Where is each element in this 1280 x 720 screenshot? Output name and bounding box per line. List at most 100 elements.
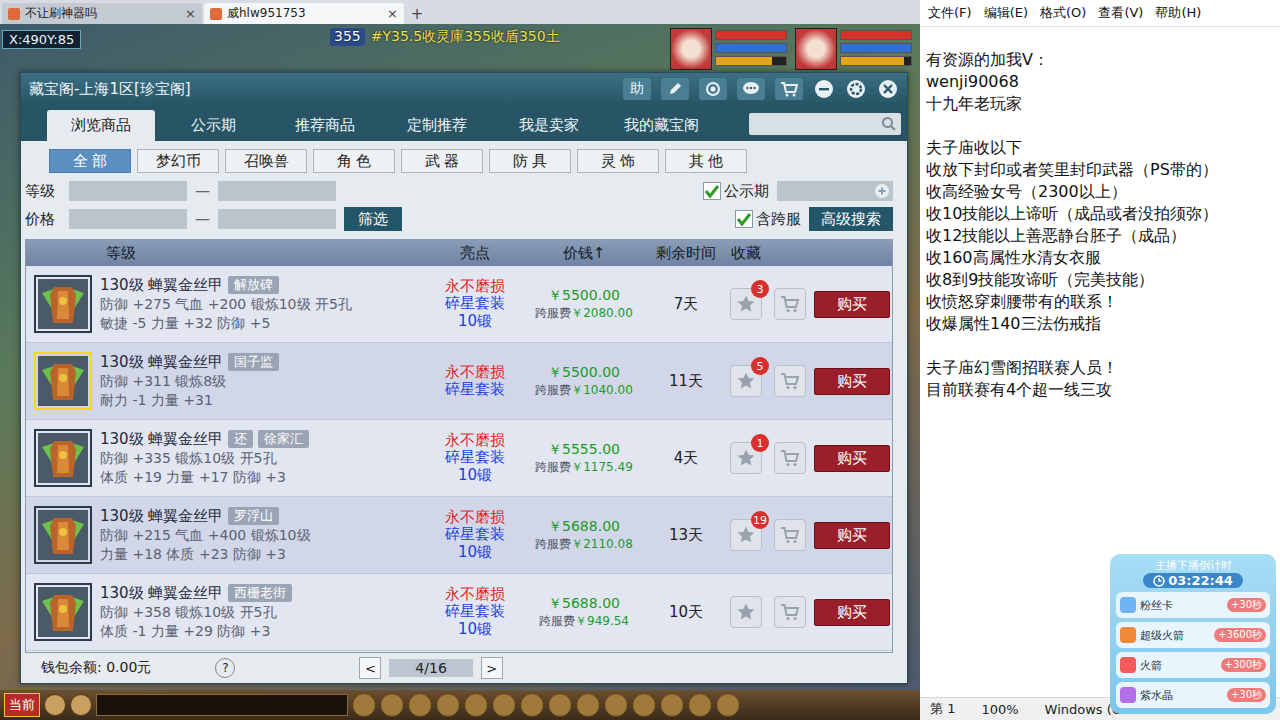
gift-icon [1120, 687, 1136, 703]
buy-button[interactable]: 购买 [814, 522, 890, 549]
cart-icon[interactable] [775, 78, 803, 100]
close-icon[interactable] [877, 78, 899, 100]
menu-icon[interactable] [408, 693, 432, 717]
gift-item[interactable]: 粉丝卡+30秒 [1116, 592, 1270, 618]
category-button[interactable]: 梦幻币 [137, 149, 219, 173]
category-button[interactable]: 武 器 [401, 149, 483, 173]
armor-icon[interactable] [34, 352, 92, 410]
favorite-button[interactable] [730, 596, 762, 628]
menu-icon[interactable] [632, 693, 656, 717]
edit-icon[interactable] [661, 78, 689, 100]
buy-button[interactable]: 购买 [814, 368, 890, 395]
market-tab[interactable]: 定制推荐 [383, 110, 491, 141]
tab-close-button[interactable]: × [387, 6, 398, 21]
market-window: 藏宝阁-上海1区[珍宝阁]助浏览商品公示期推荐商品定制推荐我是卖家我的藏宝阁全 … [20, 72, 908, 684]
chat-icon[interactable] [70, 694, 92, 716]
add-to-cart-button[interactable] [774, 365, 806, 397]
menu-icon[interactable] [688, 693, 712, 717]
menu-icon[interactable] [576, 693, 600, 717]
gift-item[interactable]: 紫水晶+30秒 [1116, 682, 1270, 708]
add-to-cart-button[interactable] [774, 442, 806, 474]
category-button[interactable]: 防 具 [489, 149, 571, 173]
menu-icon[interactable] [660, 693, 684, 717]
market-tab-bar: 浏览商品公示期推荐商品定制推荐我是卖家我的藏宝阁 [21, 105, 907, 141]
category-button[interactable]: 角 色 [313, 149, 395, 173]
favorite-button[interactable]: 19 [730, 519, 762, 551]
favorite-button[interactable]: 3 [730, 288, 762, 320]
menu-icon[interactable] [352, 693, 376, 717]
prev-page-button[interactable]: < [359, 657, 381, 679]
highlights: 永不磨损碎星套装10锻 [430, 432, 520, 484]
buy-button[interactable]: 购买 [814, 445, 890, 472]
menu-icon[interactable] [604, 693, 628, 717]
price-min-field[interactable] [69, 209, 187, 229]
checkbox[interactable]: 含跨服 [735, 210, 801, 229]
market-tab[interactable]: 我是卖家 [495, 110, 603, 141]
help-button[interactable]: 助 [623, 78, 651, 100]
category-button[interactable]: 召唤兽 [225, 149, 307, 173]
table-row[interactable]: 130级 蝉翼金丝甲还徐家汇防御 +335 锻炼10级 开5孔体质 +19 力量… [26, 420, 892, 497]
party-member[interactable] [670, 28, 787, 70]
add-to-cart-button[interactable] [774, 288, 806, 320]
checkbox[interactable]: 公示期 [703, 182, 769, 201]
table-row[interactable]: 130级 蝉翼金丝甲罗浮山防御 +215 气血 +400 锻炼10级力量 +18… [26, 497, 892, 574]
chat-icon[interactable] [737, 78, 765, 100]
menu-item[interactable]: 编辑(E) [984, 4, 1028, 22]
buy-button[interactable]: 购买 [814, 599, 890, 626]
notice-field[interactable] [777, 181, 893, 201]
menu-item[interactable]: 帮助(H) [1155, 4, 1201, 22]
market-tab[interactable]: 我的藏宝阁 [607, 110, 715, 141]
armor-icon[interactable] [34, 429, 92, 487]
add-icon[interactable] [875, 184, 889, 198]
minimize-icon[interactable] [813, 78, 835, 100]
favorite-button[interactable]: 1 [730, 442, 762, 474]
market-tab[interactable]: 公示期 [159, 110, 267, 141]
menu-item[interactable]: 格式(O) [1040, 4, 1086, 22]
menu-item[interactable]: 查看(V) [1098, 4, 1143, 22]
category-button[interactable]: 全 部 [49, 149, 131, 173]
menu-icon[interactable] [520, 693, 544, 717]
channel-button[interactable]: 当前 [4, 693, 40, 717]
menu-icon[interactable] [464, 693, 488, 717]
mic-icon[interactable] [44, 694, 66, 716]
search-field[interactable] [749, 113, 901, 135]
status-bar [715, 30, 787, 40]
armor-icon[interactable] [34, 506, 92, 564]
settings-gear-icon[interactable] [845, 78, 867, 100]
market-tab[interactable]: 浏览商品 [47, 110, 155, 141]
menu-icon[interactable] [548, 693, 572, 717]
help-button[interactable]: ? [215, 658, 235, 678]
level-max-field[interactable] [218, 181, 336, 201]
party-member[interactable] [795, 28, 912, 70]
new-tab-button[interactable]: + [406, 4, 428, 24]
price-max-field[interactable] [218, 209, 336, 229]
menu-item[interactable]: 文件(F) [928, 4, 972, 22]
favorite-button[interactable]: 5 [730, 365, 762, 397]
browser-tab[interactable]: 不让刷神器吗× [2, 3, 202, 24]
menu-icon[interactable] [492, 693, 516, 717]
gift-item[interactable]: 超级火箭+3600秒 [1116, 622, 1270, 648]
armor-icon[interactable] [34, 583, 92, 641]
tab-close-button[interactable]: × [185, 6, 196, 21]
menu-icon[interactable] [436, 693, 460, 717]
menu-icon[interactable] [716, 693, 740, 717]
table-row[interactable]: 130级 蝉翼金丝甲国子监防御 +311 锻炼8级耐力 -1 力量 +31永不磨… [26, 343, 892, 420]
gift-item[interactable]: 火箭+300秒 [1116, 652, 1270, 678]
category-button[interactable]: 其 他 [665, 149, 747, 173]
advanced-search-button[interactable]: 高级搜索 [809, 207, 893, 231]
add-to-cart-button[interactable] [774, 596, 806, 628]
armor-icon[interactable] [34, 275, 92, 333]
buy-button[interactable]: 购买 [814, 291, 890, 318]
next-page-button[interactable]: > [481, 657, 503, 679]
level-min-field[interactable] [69, 181, 187, 201]
filter-button[interactable]: 筛选 [344, 207, 402, 231]
add-to-cart-button[interactable] [774, 519, 806, 551]
market-tab[interactable]: 推荐商品 [271, 110, 379, 141]
menu-icon[interactable] [380, 693, 404, 717]
table-row[interactable]: 130级 蝉翼金丝甲西栅老街防御 +358 锻炼10级 开5孔体质 -1 力量 … [26, 574, 892, 651]
browser-tab[interactable]: 威hlw951753× [204, 3, 404, 24]
category-button[interactable]: 灵 饰 [577, 149, 659, 173]
record-icon[interactable] [699, 78, 727, 100]
table-row[interactable]: 130级 蝉翼金丝甲解放碑防御 +275 气血 +200 锻炼10级 开5孔敏捷… [26, 266, 892, 343]
chat-input[interactable] [96, 694, 348, 716]
